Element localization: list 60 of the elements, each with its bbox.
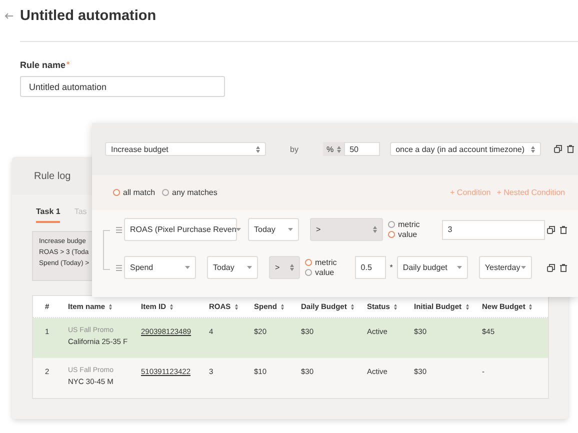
up-down-icon <box>290 264 294 271</box>
copy-icon[interactable] <box>554 145 562 153</box>
back-arrow-icon[interactable] <box>5 13 13 19</box>
by-label: by <box>290 144 298 154</box>
radio-label: metric <box>398 220 420 229</box>
copy-icon[interactable] <box>547 264 555 272</box>
up-down-icon <box>256 146 260 152</box>
metric-dropdown[interactable]: Spend <box>124 256 196 279</box>
up-down-icon <box>336 146 341 152</box>
copy-icon[interactable] <box>547 226 555 234</box>
radio-button[interactable] <box>305 269 312 276</box>
trash-icon[interactable] <box>560 264 567 272</box>
amount-input[interactable]: 50 <box>344 142 380 156</box>
caret-icon <box>247 266 252 269</box>
operator-dropdown[interactable]: > <box>269 256 300 279</box>
sort-icon <box>170 304 174 310</box>
sort-icon <box>350 304 354 310</box>
sort-icon <box>394 304 397 310</box>
operator-dropdown[interactable]: > <box>310 218 383 241</box>
trash-icon[interactable] <box>567 145 574 153</box>
rule-name-input[interactable]: Untitled automation <box>20 76 225 97</box>
up-down-icon <box>530 146 535 152</box>
caret-icon <box>456 266 462 269</box>
field-label: Rule name <box>20 60 66 70</box>
sort-icon <box>109 304 112 310</box>
radio-label: value <box>398 230 418 239</box>
sort-icon <box>280 304 284 310</box>
radio-button[interactable] <box>162 189 170 196</box>
target-metric-dropdown[interactable]: Daily budget <box>396 256 468 279</box>
up-down-icon <box>373 226 377 233</box>
sort-icon <box>234 304 238 310</box>
target-period-dropdown[interactable]: Yesterday <box>478 256 532 279</box>
bracket-line <box>103 230 110 270</box>
radio-label: any matches <box>172 188 218 197</box>
caret-icon <box>185 266 190 269</box>
page-title: Untitled automation <box>20 8 156 24</box>
multiply-sign: * <box>390 263 393 272</box>
radio-label: value <box>315 268 334 277</box>
card-title: Rule log <box>34 170 71 182</box>
caret-icon <box>520 266 526 269</box>
radio-button[interactable] <box>113 189 120 196</box>
trash-icon[interactable] <box>560 226 567 234</box>
radio-label: metric <box>315 258 337 267</box>
radio-button[interactable] <box>388 231 395 238</box>
radio-label: all match <box>123 188 156 197</box>
task-tab[interactable]: Task 1 <box>36 207 60 223</box>
radio-button[interactable] <box>305 259 312 266</box>
factor-input[interactable]: 0.5 <box>354 256 386 279</box>
sort-icon <box>466 304 468 310</box>
period-dropdown[interactable]: Today <box>207 256 258 279</box>
sort-icon <box>529 304 532 310</box>
unit-dropdown[interactable]: % <box>323 142 344 156</box>
action-dropdown[interactable]: Increase budget <box>105 142 266 156</box>
period-dropdown[interactable]: Today <box>248 218 299 241</box>
drag-handle-icon[interactable] <box>116 226 122 232</box>
required-mark: * <box>66 60 70 70</box>
value-input[interactable]: 3 <box>442 220 545 240</box>
drag-handle-icon[interactable] <box>116 264 122 270</box>
radio-button[interactable] <box>388 221 395 228</box>
frequency-dropdown[interactable]: once a day (in ad account timezone) <box>390 142 541 156</box>
